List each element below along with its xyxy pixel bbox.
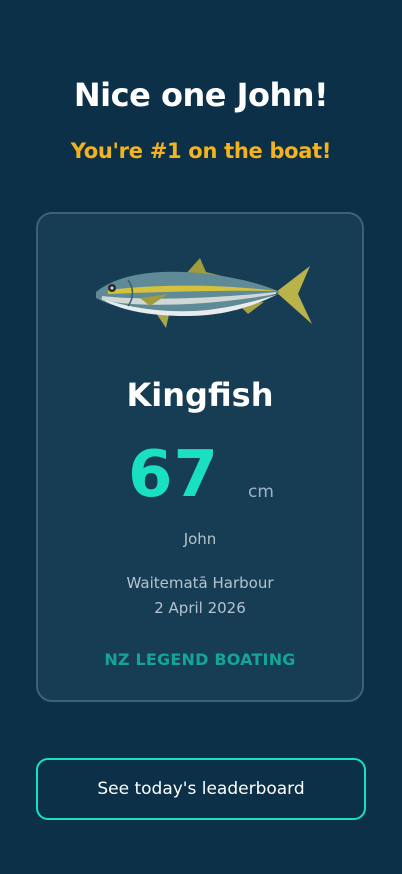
catch-date: 2 April 2026 <box>154 599 246 617</box>
brand-name: NZ LEGEND BOATING <box>104 650 296 669</box>
species-name: Kingfish <box>126 376 274 414</box>
leaderboard-button[interactable]: See today's leaderboard <box>36 758 366 820</box>
length-unit: cm <box>248 482 274 502</box>
length-value: 67 <box>128 438 220 512</box>
page-title: Nice one John! <box>73 76 329 114</box>
kingfish-icon <box>96 258 312 328</box>
angler-name: John <box>183 530 217 548</box>
catch-card: Kingfish 67 cm John Waitematā Harbour 2 … <box>36 212 364 702</box>
catch-location: Waitematā Harbour <box>126 574 274 592</box>
rank-subtitle: You're #1 on the boat! <box>70 139 332 163</box>
length-display: 67 cm <box>38 440 362 510</box>
